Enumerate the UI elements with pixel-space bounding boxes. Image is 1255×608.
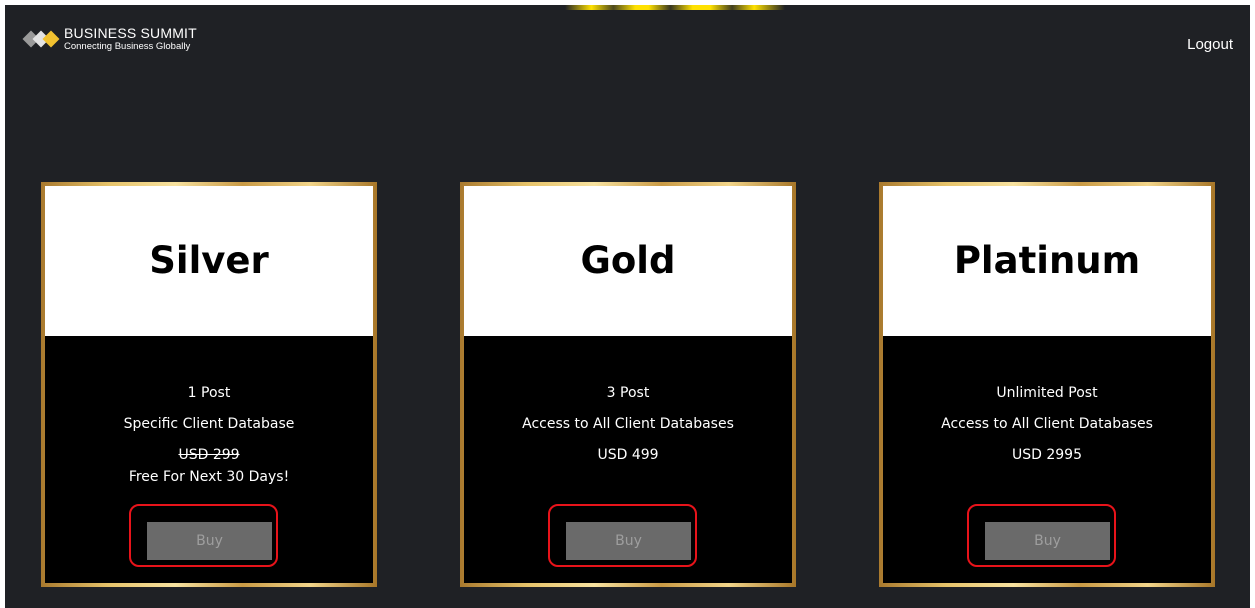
plan-card-silver: Silver 1 Post Specific Client Database U… — [41, 182, 377, 587]
buy-highlight-ring: Buy — [129, 504, 278, 567]
plan-card-header: Gold — [464, 186, 792, 336]
plan-card-inner: Silver 1 Post Specific Client Database U… — [45, 186, 373, 583]
plan-database-access: Access to All Client Databases — [522, 416, 734, 432]
plan-details: 1 Post Specific Client Database USD 299 … — [45, 336, 373, 501]
plan-promo: Free For Next 30 Days! — [128, 469, 290, 485]
logout-link[interactable]: Logout — [1187, 36, 1233, 53]
brand-name: BUSINESS SUMMIT — [64, 25, 197, 42]
plan-card-inner: Platinum Unlimited Post Access to All Cl… — [883, 186, 1211, 583]
plan-name: Silver — [149, 238, 269, 282]
plan-card-inner: Gold 3 Post Access to All Client Databas… — [464, 186, 792, 583]
plan-details: Unlimited Post Access to All Client Data… — [883, 336, 1211, 479]
plan-card-header: Silver — [45, 186, 373, 336]
plan-price: USD 2995 — [1012, 447, 1082, 463]
plan-card-gold: Gold 3 Post Access to All Client Databas… — [460, 182, 796, 587]
plan-card-header: Platinum — [883, 186, 1211, 336]
plan-card-platinum: Platinum Unlimited Post Access to All Cl… — [879, 182, 1215, 587]
plan-price: USD 499 — [597, 447, 659, 463]
plan-details: 3 Post Access to All Client Databases US… — [464, 336, 792, 479]
plan-name: Gold — [580, 238, 676, 282]
plan-name: Platinum — [953, 238, 1141, 282]
page-frame: BUSINESS SUMMIT Connecting Business Glob… — [5, 5, 1250, 608]
brand[interactable]: BUSINESS SUMMIT Connecting Business Glob… — [22, 26, 197, 52]
buy-button-gold[interactable]: Buy — [566, 522, 691, 560]
buy-button-platinum[interactable]: Buy — [985, 522, 1110, 560]
buy-highlight-ring: Buy — [967, 504, 1116, 567]
plan-database-access: Access to All Client Databases — [941, 416, 1153, 432]
diamond-chevron-logo-icon — [22, 26, 60, 52]
brand-tagline: Connecting Business Globally — [64, 41, 191, 53]
top-glow-decoration — [565, 5, 785, 10]
plan-database-access: Specific Client Database — [123, 416, 295, 432]
buy-button-silver[interactable]: Buy — [147, 522, 272, 560]
plan-post-count: 3 Post — [606, 385, 650, 401]
plan-post-count: 1 Post — [187, 385, 231, 401]
buy-highlight-ring: Buy — [548, 504, 697, 567]
brand-text: BUSINESS SUMMIT Connecting Business Glob… — [64, 26, 197, 52]
plan-original-price: USD 299 — [178, 447, 240, 463]
plan-post-count: Unlimited Post — [996, 385, 1098, 401]
